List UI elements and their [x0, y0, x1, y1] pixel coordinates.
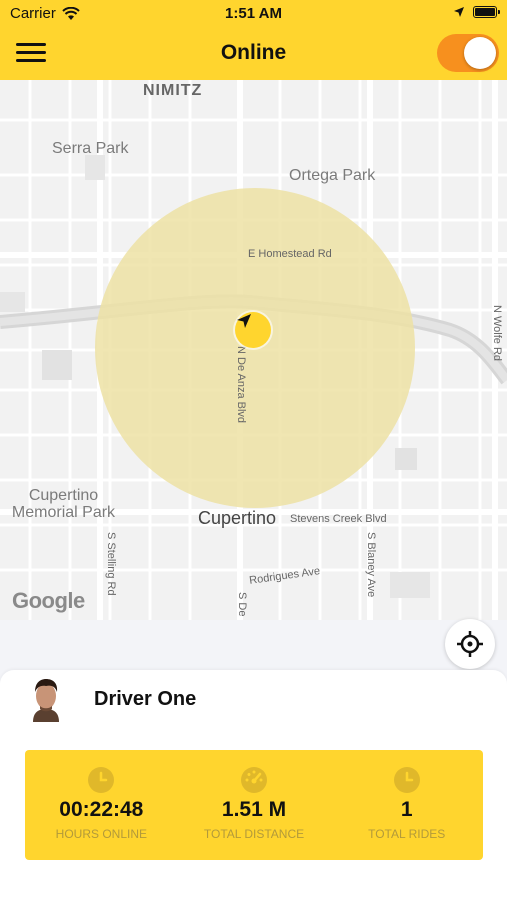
avatar — [25, 676, 67, 722]
stat-value: 1 — [400, 798, 413, 821]
map-label-blaney: S Blaney Ave — [365, 532, 377, 598]
page-title: Online — [220, 41, 287, 64]
location-arrow-icon — [454, 7, 464, 17]
status-right — [453, 6, 500, 18]
map-view[interactable]: NIMITZ Serra Park Ortega Park E Homestea… — [0, 80, 507, 620]
map-label-nimitz: NIMITZ — [143, 82, 203, 99]
map-label-serra-park: Serra Park — [52, 140, 129, 157]
stat-total-distance: 1.51 M TOTAL DISTANCE — [178, 750, 331, 860]
stat-label: TOTAL DISTANCE — [203, 827, 305, 841]
stat-total-rides: 1 TOTAL RIDES — [330, 750, 483, 860]
crosshair-icon[interactable] — [445, 619, 495, 669]
stat-value: 00:22:48 — [59, 798, 144, 821]
clock-icon — [393, 767, 420, 793]
stat-label: TOTAL RIDES — [368, 827, 446, 841]
map-label-de-anza: N De Anza Blvd — [235, 346, 247, 424]
map-label-s-de: S De — [236, 592, 248, 617]
status-bar: Carrier 1:51 AM — [0, 0, 507, 28]
driver-card: Driver One 00:22:48 HOURS ONLINE 1.51 M … — [0, 670, 507, 900]
nav-bar: Online — [0, 28, 507, 80]
map-label-cupertino-memorial: Cupertino Memorial Park — [11, 487, 116, 521]
stats-panel: 00:22:48 HOURS ONLINE 1.51 M TOTAL DISTA… — [25, 750, 483, 860]
clock-icon — [88, 767, 115, 793]
map-label-stelling: S Stelling Rd — [105, 532, 117, 596]
stat-hours-online: 00:22:48 HOURS ONLINE — [25, 750, 178, 860]
stat-value: 1.51 M — [221, 798, 287, 821]
map-label-stevens-creek: Stevens Creek Blvd — [290, 513, 387, 525]
battery-icon — [473, 6, 500, 18]
map-label-wolfe: N Wolfe Rd — [491, 305, 503, 362]
speedometer-icon — [241, 767, 267, 793]
navigation-arrow-icon — [235, 312, 271, 348]
status-time: 1:51 AM — [225, 5, 282, 22]
google-logo: Google — [12, 588, 85, 613]
map-label-cupertino: Cupertino — [198, 508, 277, 528]
toggle-knob — [464, 37, 496, 69]
map-streets — [0, 80, 507, 620]
map-label-ortega-park: Ortega Park — [289, 167, 376, 184]
driver-name: Driver One — [94, 688, 197, 710]
stat-label: HOURS ONLINE — [55, 827, 148, 841]
online-toggle[interactable] — [437, 34, 499, 72]
map-label-homestead: E Homestead Rd — [248, 248, 332, 260]
